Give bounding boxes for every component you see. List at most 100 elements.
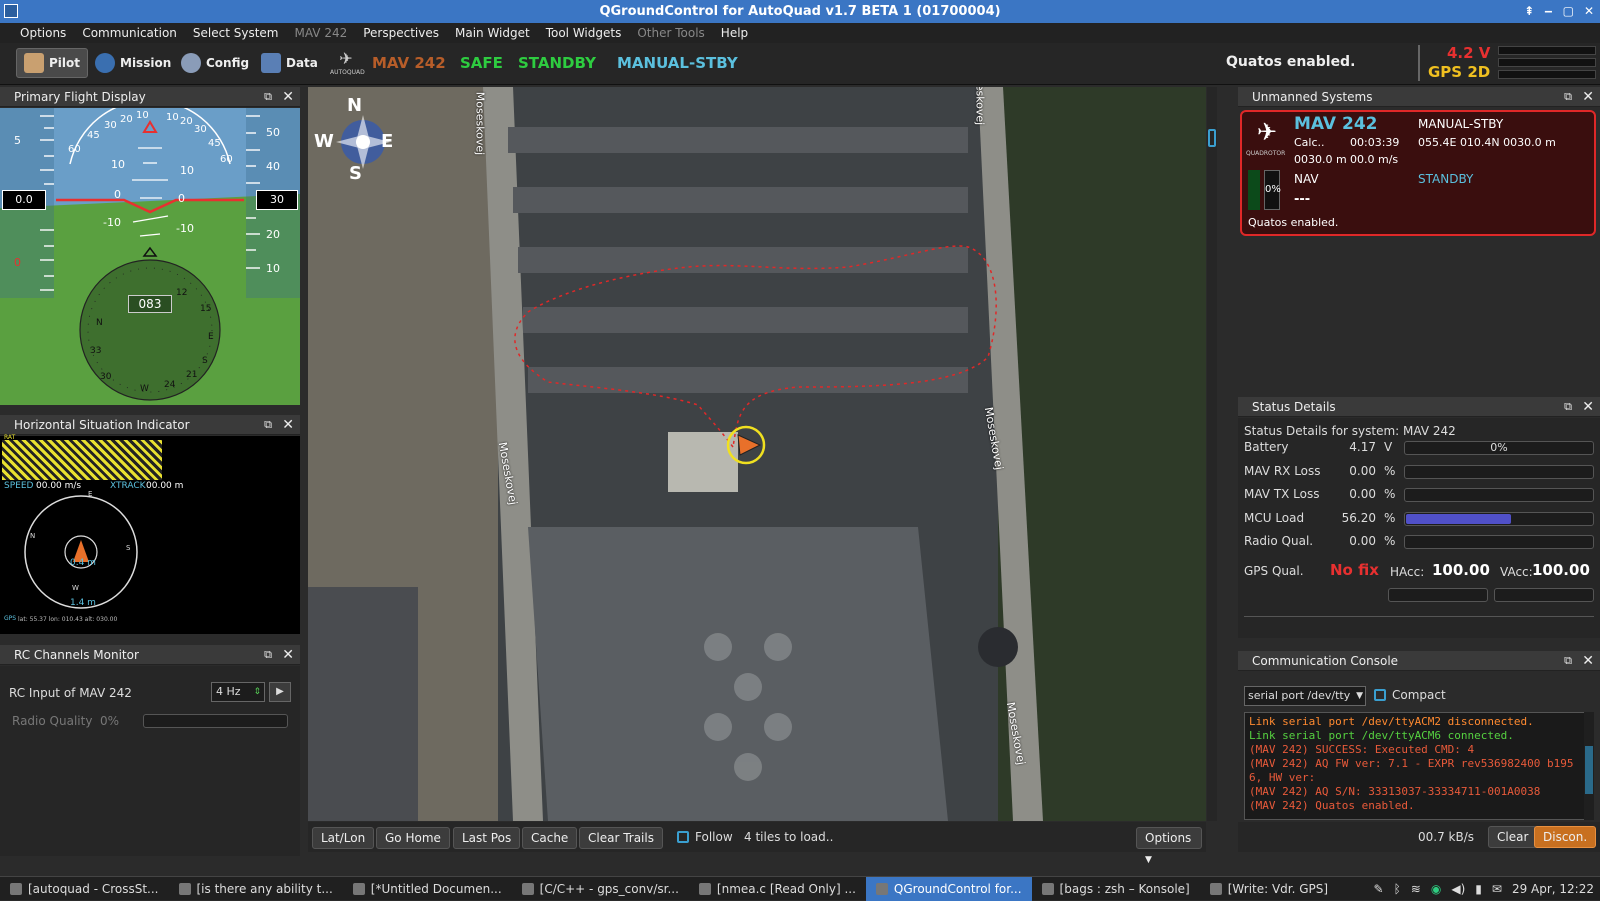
pfd-compass-label: 12 [176,288,188,298]
taskbar-item[interactable]: [bags : zsh – Konsole] [1032,877,1200,901]
follow-checkbox[interactable] [677,831,689,843]
minimize-icon[interactable]: ‒ [1544,0,1552,23]
battery-icon[interactable]: ▮ [1475,882,1482,896]
volume-icon[interactable]: ◀) [1451,882,1465,896]
hsi-speed-value: 00.00 m/s [36,481,82,491]
taskbar-item[interactable]: [Write: Vdr. GPS] [1200,877,1338,901]
mission-button[interactable]: Mission [88,48,178,78]
status-row-bar [1404,464,1594,479]
uas-battery-percent: 0% [1264,170,1281,210]
keep-above-icon[interactable]: ⇞ [1524,0,1534,23]
wifi-icon[interactable]: ≋ [1411,882,1421,896]
app-icon [521,882,534,895]
signal-bar-3 [1498,70,1596,79]
console-scrollbar[interactable] [1584,712,1594,820]
close-icon[interactable]: ✕ [1582,87,1594,107]
menu-communication[interactable]: Communication [74,23,185,43]
maximize-icon[interactable]: ▢ [1563,0,1574,23]
mail-icon[interactable]: ✉ [1492,882,1502,896]
uas-battery-bar [1248,170,1260,210]
go-home-button[interactable]: Go Home [376,827,450,849]
serial-port-value: serial port /dev/tty [1248,689,1351,702]
vpn-icon[interactable]: ◉ [1431,882,1441,896]
uas-card[interactable]: ✈ QUADROTOR MAV 242 MANUAL-STBY Calc.. 0… [1240,110,1596,236]
menu-other-tools[interactable]: Other Tools [629,23,712,43]
console-log[interactable]: Link serial port /dev/ttyACM2 disconnect… [1244,712,1592,820]
float-icon[interactable]: ⧉ [1564,397,1572,417]
float-icon[interactable]: ⧉ [264,415,272,435]
close-icon[interactable]: ✕ [282,415,294,435]
close-icon[interactable]: ✕ [1582,397,1594,417]
pfd-right-tape-label: 40 [266,160,280,173]
clock[interactable]: 29 Apr, 12:22 [1512,882,1594,896]
last-pos-button[interactable]: Last Pos [453,827,521,849]
pfd-heading-box: 083 [128,295,172,313]
satellite-map[interactable]: N E S W Moseskovej Moseskovej Moseskovej… [308,87,1206,821]
close-icon[interactable]: ✕ [1584,0,1594,23]
gear-icon [181,53,201,73]
close-icon[interactable]: ✕ [282,87,294,107]
map-options-dropdown[interactable]: Options ▼ [1136,827,1202,865]
menu-help[interactable]: Help [713,23,756,43]
close-icon[interactable]: ✕ [1582,651,1594,671]
main-toolbar: Pilot Mission Config Data ✈ AUTOQUAD MAV… [0,43,1600,85]
uas-airframe: QUADROTOR [1246,150,1286,157]
clear-button[interactable]: Clear [1488,826,1538,848]
taskbar-item[interactable]: [C/C++ - gps_conv/sr... [512,877,689,901]
menu-mav[interactable]: MAV 242 [287,23,356,43]
pilot-label: Pilot [49,56,81,70]
latlon-button[interactable]: Lat/Lon [312,827,375,849]
toolbar-voltage: 4.2 V [1447,44,1491,62]
cache-button[interactable]: Cache [522,827,578,849]
float-icon[interactable]: ⧉ [264,645,272,665]
hsi-compass-label: W [72,584,79,592]
taskbar-item[interactable]: [is there any ability t... [169,877,343,901]
menu-tool-widgets[interactable]: Tool Widgets [538,23,630,43]
status-row-label: MAV RX Loss [1244,463,1321,478]
clear-trails-button[interactable]: Clear Trails [579,827,663,849]
bluetooth-icon[interactable]: ᛒ [1394,882,1401,896]
menu-perspectives[interactable]: Perspectives [355,23,447,43]
console-line: (MAV 242) SUCCESS: Executed CMD: 4 [1249,743,1475,756]
taskbar-item[interactable]: QGroundControl for... [865,876,1032,901]
menu-options[interactable]: Options [12,23,74,43]
hacc-label: HAcc: [1390,565,1425,579]
pfd-left-tape-label: 0 [14,256,21,269]
config-button[interactable]: Config [174,48,256,78]
data-button[interactable]: Data [254,48,325,78]
taskbar-item[interactable]: [autoquad - CrossSt... [0,877,169,901]
map-zoom-slider[interactable] [1208,129,1216,147]
menu-bar: Options Communication Select System MAV … [0,23,1600,43]
float-icon[interactable]: ⧉ [1564,87,1572,107]
radio-quality-bar [143,714,288,728]
disconnect-button[interactable]: Discon. [1534,826,1597,848]
menu-select-system[interactable]: Select System [185,23,287,43]
compact-checkbox[interactable] [1374,689,1386,701]
pfd-compass-label: 30 [100,372,112,382]
menu-main-widget[interactable]: Main Widget [447,23,538,43]
hsi-title: Horizontal Situation Indicator [14,418,190,432]
clipboard-icon[interactable]: ✎ [1374,882,1384,896]
pilot-button[interactable]: Pilot [16,48,89,78]
console-panel-title: Communication Console ⧉ ✕ [1238,651,1600,671]
window-menu-icon[interactable] [4,4,18,18]
mission-label: Mission [120,56,172,70]
spinner-arrows-icon[interactable]: ⇕ [253,683,261,701]
close-icon[interactable]: ✕ [282,645,294,665]
app-icon [875,882,888,895]
hsi-widget: RAT GPS SPEED 00.00 m/s XTRACK 00.00 m E… [0,434,300,634]
play-button[interactable]: ▶ [269,682,291,702]
taskbar-item[interactable]: [*Untitled Documen... [343,877,512,901]
taskbar-item[interactable]: [nmea.c [Read Only] ... [689,877,866,901]
hacc-value: 100.00 [1432,561,1490,579]
status-panel-title: Status Details ⧉ ✕ [1238,397,1600,417]
rc-rate-spinner[interactable]: 4 Hz ⇕ [211,682,265,702]
console-scroll-thumb[interactable] [1585,746,1593,794]
window-titlebar: QGroundControl for AutoQuad v1.7 BETA 1 … [0,0,1600,23]
serial-port-select[interactable]: serial port /dev/tty ▼ [1244,686,1366,706]
follow-label: Follow [695,830,733,844]
autoquad-logo: ✈ AUTOQUAD [330,49,365,76]
taskbar-item-label: [bags : zsh – Konsole] [1059,881,1190,896]
float-icon[interactable]: ⧉ [264,87,272,107]
float-icon[interactable]: ⧉ [1564,651,1572,671]
